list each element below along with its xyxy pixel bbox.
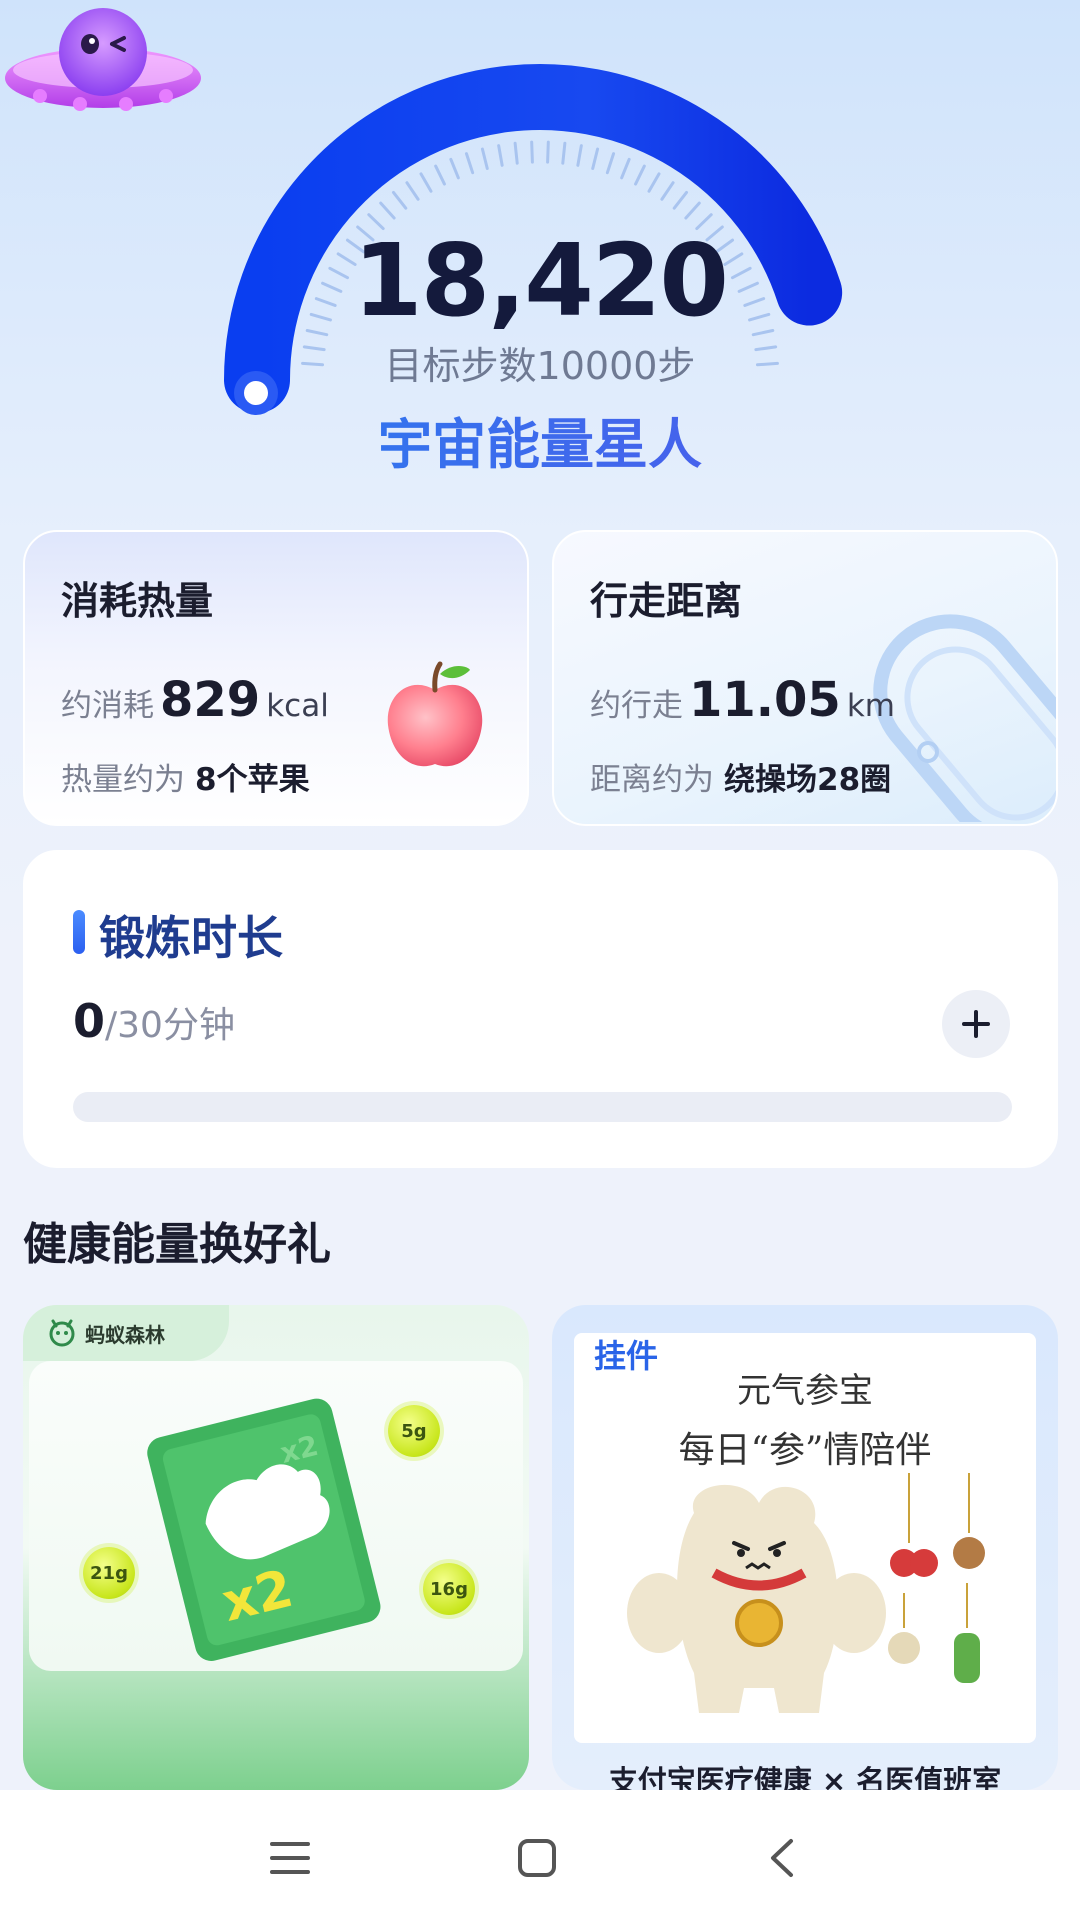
distance-unit: km (846, 688, 895, 724)
distance-line: 约行走 11.05 km (590, 672, 895, 728)
pendant-tag: 挂件 (594, 1337, 659, 1375)
gauge-tick (546, 140, 550, 164)
gauge-tick (576, 144, 583, 167)
home-icon (518, 1839, 556, 1877)
ant-forest-gift-card[interactable]: 蚂蚁森林 x2 x2 5g 21g 16g (23, 1305, 529, 1790)
gauge-tick (405, 181, 420, 201)
distance-equivalent: 距离约为 绕操场28圈 (590, 754, 891, 799)
gauge-tick (434, 164, 446, 186)
pendant-subheadline: 每日“参”情陪伴 (678, 1430, 932, 1471)
energy-bubble[interactable]: 21g (83, 1547, 135, 1599)
gauge-tick (634, 164, 646, 186)
gauge-tick (449, 157, 460, 180)
step-goal: 目标步数10000步 (384, 344, 696, 388)
exercise-title: 锻炼时长 (99, 911, 283, 965)
exercise-card: 锻炼时长 0/30分钟 (23, 850, 1058, 1168)
distance-equiv-value: 绕操场28圈 (724, 762, 892, 798)
step-gauge: 18,420 目标步数10000步 宇宙能量星人 (0, 0, 1080, 520)
calories-prefix: 约消耗 (61, 688, 154, 724)
gauge-tick (464, 152, 475, 175)
calories-unit: kcal (266, 688, 329, 724)
gauge-tick (647, 172, 661, 193)
double-energy-card-icon: x2 x2 (147, 1398, 381, 1661)
exercise-title-marker (73, 910, 85, 954)
menu-icon (270, 1842, 310, 1874)
energy-bubble[interactable]: 16g (423, 1563, 475, 1615)
gauge-tick (605, 152, 616, 175)
distance-prefix: 约行走 (590, 688, 683, 724)
forest-illustration: x2 x2 (29, 1361, 523, 1671)
exercise-progress-text: 0/30分钟 (73, 994, 235, 1048)
back-button[interactable] (742, 1818, 822, 1898)
distance-value: 11.05 (689, 672, 841, 728)
calories-card[interactable]: 消耗热量 约消耗 829 kcal 热量约为 8个苹果 (23, 530, 529, 826)
back-icon (771, 1839, 793, 1877)
calories-equivalent: 热量约为 8个苹果 (61, 754, 310, 799)
exercise-progress-bar (73, 1092, 1012, 1122)
home-button[interactable] (497, 1818, 577, 1898)
gauge-tick (672, 190, 689, 210)
energy-bubble[interactable]: 5g (388, 1405, 440, 1457)
exercise-total: /30分钟 (105, 1005, 235, 1046)
calories-value: 829 (160, 672, 261, 728)
pendant-caption: 支付宝医疗健康 × 名医值班室 (608, 1764, 1002, 1790)
exercise-current: 0 (73, 994, 106, 1048)
distance-equiv-prefix: 距离约为 (590, 762, 714, 798)
gauge-tick (591, 147, 600, 170)
apple-icon (387, 661, 483, 767)
level-title: 宇宙能量星人 (0, 400, 1080, 479)
gauge-tick (561, 141, 567, 165)
system-navigation-bar (0, 1790, 1080, 1920)
gauge-tick (497, 144, 504, 167)
gauge-tick (684, 201, 701, 220)
gauge-tick (391, 190, 408, 210)
calories-title: 消耗热量 (61, 579, 214, 623)
gauge-tick (480, 147, 489, 170)
distance-card[interactable]: 行走距离 约行走 11.05 km 距离约为 绕操场28圈 (552, 530, 1058, 826)
step-count: 18,420 (353, 222, 729, 339)
gauge-tick (379, 201, 396, 220)
calories-equiv-value: 8个苹果 (195, 762, 310, 798)
ginseng-mascot-icon (627, 1473, 985, 1713)
gauge-tick (620, 157, 631, 180)
add-exercise-button[interactable] (942, 990, 1010, 1058)
ant-forest-logo-icon (49, 1319, 75, 1347)
plus-icon (962, 1010, 990, 1038)
gauge-tick (530, 140, 534, 164)
gifts-section-title: 健康能量换好礼 (23, 1219, 331, 1270)
gauge-tick (513, 141, 519, 165)
ant-forest-tag: 蚂蚁森林 (23, 1305, 229, 1361)
ant-forest-brand: 蚂蚁森林 (85, 1322, 165, 1347)
pendant-illustration: 元气参宝 每日“参”情陪伴 (574, 1333, 1036, 1743)
calories-line: 约消耗 829 kcal (61, 672, 329, 728)
pendant-gift-card[interactable]: 元气参宝 每日“参”情陪伴 挂件 支付宝医疗健康 × 名医值班室 (552, 1305, 1058, 1790)
gauge-tick (660, 181, 675, 201)
calories-equiv-prefix: 热量约为 (61, 762, 185, 798)
menu-button[interactable] (250, 1818, 330, 1898)
gauge-tick (419, 172, 433, 193)
ufo-mascot-icon (5, 8, 201, 111)
distance-title: 行走距离 (590, 579, 743, 623)
